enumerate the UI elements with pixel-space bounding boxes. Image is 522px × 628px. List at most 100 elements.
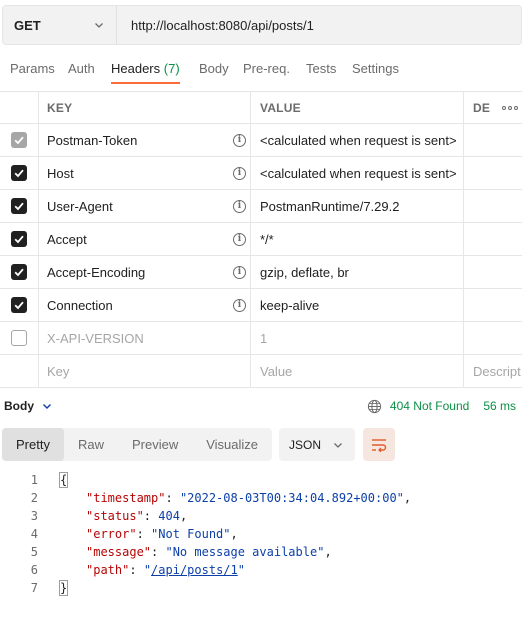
globe-icon[interactable] (367, 399, 382, 414)
header-key-cell[interactable]: Postman-Token i (39, 124, 251, 156)
json-key: "path" (86, 563, 130, 577)
response-body-code[interactable]: 1{2 "timestamp": "2022-08-03T00:34:04.892… (0, 471, 522, 597)
view-label: Raw (77, 437, 104, 452)
url-value: http://localhost:8080/api/posts/1 (131, 17, 314, 33)
header-key-cell[interactable]: Host i (39, 157, 251, 189)
header-key-cell[interactable]: User-Agent i (39, 190, 251, 222)
new-header-row: Key Value Descript (0, 355, 522, 388)
response-bar: Body 404 Not Found 56 ms (0, 393, 522, 419)
info-icon[interactable]: i (233, 133, 246, 147)
row-checkbox[interactable] (11, 231, 27, 247)
header-description-cell[interactable] (464, 256, 522, 288)
header-description-cell[interactable] (464, 124, 522, 156)
table-row: Accept-Encoding i gzip, deflate, br (0, 256, 522, 289)
new-description-input[interactable]: Descript (464, 355, 522, 387)
json-brace: { (58, 472, 69, 488)
json-quote: " (143, 563, 152, 577)
header-description-cell[interactable] (464, 157, 522, 189)
table-row: Accept i */* (0, 223, 522, 256)
json-comma: , (230, 527, 238, 541)
view-pretty-button[interactable]: Pretty (2, 428, 64, 461)
row-checkbox[interactable] (11, 264, 27, 280)
header-value-cell[interactable]: keep-alive (251, 289, 464, 321)
method-select[interactable]: GET (3, 6, 117, 44)
header-value-cell[interactable]: 1 (251, 322, 464, 354)
info-icon[interactable]: i (233, 298, 246, 312)
chevron-down-icon (95, 23, 103, 28)
empty-checkbox-cell (0, 355, 39, 387)
tab-settings[interactable]: Settings (352, 52, 399, 86)
header-value-cell[interactable]: <calculated when request is sent> (251, 124, 464, 156)
request-url-bar: GET http://localhost:8080/api/posts/1 (2, 5, 522, 45)
more-options-icon[interactable] (502, 105, 519, 110)
line-number: 4 (30, 527, 38, 541)
view-raw-button[interactable]: Raw (64, 428, 118, 461)
tab-body[interactable]: Body (199, 52, 229, 86)
status-badge[interactable]: 404 Not Found (390, 399, 469, 413)
row-checkbox[interactable] (11, 132, 27, 148)
response-section-label: Body (4, 399, 34, 413)
tab-headers[interactable]: Headers (7) (111, 52, 180, 86)
tab-params[interactable]: Params (10, 52, 55, 86)
json-key: "timestamp" (86, 491, 166, 505)
info-icon[interactable]: i (233, 166, 246, 180)
header-key-cell[interactable]: Accept i (39, 223, 251, 255)
row-checkbox-cell (0, 157, 39, 189)
header-description-cell[interactable] (464, 190, 522, 222)
response-time[interactable]: 56 ms (483, 399, 516, 413)
json-quote: " (237, 563, 245, 577)
line-number: 5 (30, 545, 38, 559)
header-key-cell[interactable]: X-API-VERSION (39, 322, 251, 354)
header-description-cell[interactable] (464, 289, 522, 321)
header-key: Accept (47, 231, 87, 247)
wrap-lines-button[interactable] (363, 428, 396, 461)
tab-tests[interactable]: Tests (306, 52, 336, 86)
header-value-cell[interactable]: <calculated when request is sent> (251, 157, 464, 189)
column-header-description: DE (464, 92, 522, 123)
code-line: 1{ (0, 471, 522, 489)
tab-auth[interactable]: Auth (68, 52, 95, 86)
json-link-value[interactable]: /api/posts/1 (151, 563, 238, 577)
info-icon[interactable]: i (233, 232, 246, 246)
json-value: "No message available" (165, 545, 325, 559)
json-value: "2022-08-03T00:34:04.892+00:00" (179, 491, 404, 505)
format-select[interactable]: JSON (279, 428, 356, 461)
header-key-cell[interactable]: Connection i (39, 289, 251, 321)
line-number: 3 (30, 509, 38, 523)
header-value-cell[interactable]: */* (251, 223, 464, 255)
tab-pre-request[interactable]: Pre-req. (243, 52, 290, 86)
header-value: 1 (260, 330, 268, 346)
new-value-input[interactable]: Value (251, 355, 464, 387)
description-placeholder: Descript (473, 363, 521, 379)
row-checkbox[interactable] (11, 297, 27, 313)
header-checkbox-column (0, 92, 39, 123)
new-key-input[interactable]: Key (39, 355, 251, 387)
header-key-cell[interactable]: Accept-Encoding i (39, 256, 251, 288)
info-icon[interactable]: i (233, 265, 246, 279)
header-key: Accept-Encoding (47, 264, 146, 280)
tab-label: Pre-req. (243, 61, 290, 76)
response-section-select[interactable]: Body (4, 399, 52, 413)
header-description-cell[interactable] (464, 322, 522, 354)
row-checkbox[interactable] (11, 330, 27, 346)
column-header-value: VALUE (251, 92, 464, 123)
line-number: 1 (30, 473, 38, 487)
view-visualize-button[interactable]: Visualize (192, 428, 272, 461)
header-value: PostmanRuntime/7.29.2 (260, 198, 400, 214)
column-key-label: KEY (47, 100, 73, 115)
response-meta: 404 Not Found 56 ms (367, 399, 516, 414)
row-checkbox[interactable] (11, 165, 27, 181)
header-value-cell[interactable]: PostmanRuntime/7.29.2 (251, 190, 464, 222)
header-description-cell[interactable] (464, 223, 522, 255)
url-input[interactable]: http://localhost:8080/api/posts/1 (117, 6, 314, 44)
header-value: keep-alive (260, 297, 320, 313)
header-value-cell[interactable]: gzip, deflate, br (251, 256, 464, 288)
json-value: "Not Found" (151, 527, 231, 541)
tab-headers-count: (7) (163, 61, 180, 76)
tab-label: Auth (68, 61, 95, 76)
row-checkbox[interactable] (11, 198, 27, 214)
table-header-row: KEY VALUE DE (0, 91, 522, 124)
info-icon[interactable]: i (233, 199, 246, 213)
tab-label: Settings (352, 61, 399, 76)
view-preview-button[interactable]: Preview (118, 428, 192, 461)
